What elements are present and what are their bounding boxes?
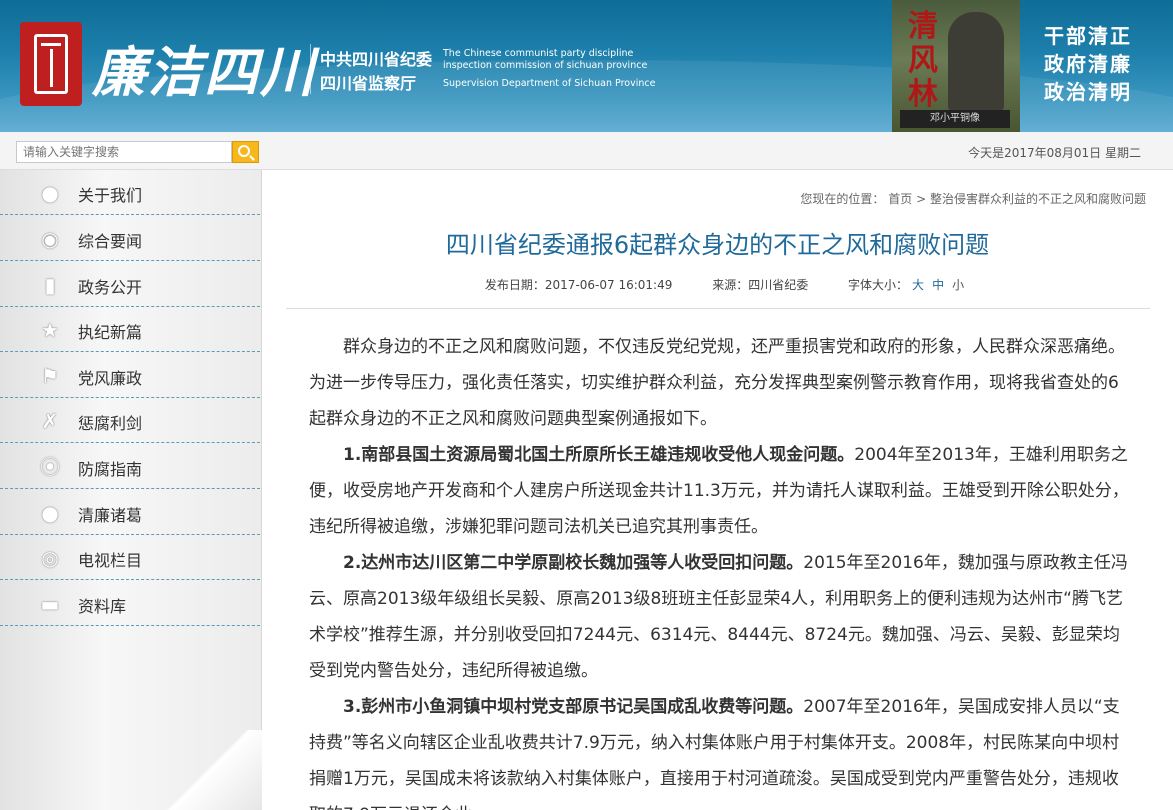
breadcrumb: 您现在的位置： 首页 > 整治侵害群众利益的不正之风和腐败问题	[800, 190, 1146, 207]
article-paragraph: 3.彭州市小鱼洞镇中坝村党支部原书记吴国成乱收费等问题。2007年至2016年，…	[309, 689, 1129, 810]
folder-icon: ▬	[40, 592, 60, 616]
sidebar-item-archive[interactable]: ▬ 资料库	[0, 581, 260, 626]
article-body: 群众身边的不正之风和腐败问题，不仅违反党纪党规，还严重损害党和政府的形象，人民群…	[309, 329, 1129, 810]
statue-caption: 清风林	[908, 9, 938, 112]
sidebar-item-discipline[interactable]: ★ 执纪新篇	[0, 307, 260, 352]
article-meta: 发布日期：2017-06-07 16:01:49 来源：四川省纪委 字体大小：大…	[262, 276, 1173, 293]
sidebar-item-party-style[interactable]: ⚑ 党风廉政	[0, 353, 260, 398]
tv-icon: ◎	[41, 546, 59, 570]
chat-icon: ●	[41, 501, 59, 525]
org-name-en-line2: inspection commission of sichuan provinc…	[443, 60, 648, 71]
compass-icon: ⦿	[40, 455, 60, 479]
font-size-large-button[interactable]: 大	[912, 278, 924, 292]
org-name-cn-line1: 中共四川省纪委	[320, 50, 433, 69]
font-size-medium-button[interactable]: 中	[932, 278, 944, 292]
sidebar-item-tv[interactable]: ◎ 电视栏目	[0, 535, 260, 580]
paragraph-heading: 2.达州市达川区第二中学原副校长魏加强等人收受回扣问题。	[343, 553, 804, 573]
paragraph-text: 群众身边的不正之风和腐败问题，不仅违反党纪党规，还严重损害党和政府的形象，人民群…	[309, 337, 1125, 429]
sidebar-nav: ● 关于我们 ◉ 综合要闻 ▮ 政务公开 ★ 执纪新篇 ⚑ 党风廉政 ✗ 惩腐利…	[0, 170, 262, 810]
breadcrumb-home-link[interactable]: 首页	[888, 192, 912, 206]
article-source: 来源：四川省纪委	[712, 278, 809, 292]
article-paragraph: 2.达州市达川区第二中学原副校长魏加强等人收受回扣问题。2015年至2016年，…	[309, 545, 1129, 689]
flag-icon: ⚑	[41, 364, 59, 388]
font-size-small-button[interactable]: 小	[952, 278, 964, 292]
sidebar-item-label: 清廉诸葛	[78, 506, 143, 525]
sidebar-item-prevention-guide[interactable]: ⦿ 防腐指南	[0, 444, 260, 489]
sidebar-item-label: 综合要闻	[78, 232, 143, 251]
font-size-label: 字体大小：	[848, 278, 909, 292]
main-content: 您现在的位置： 首页 > 整治侵害群众利益的不正之风和腐败问题 四川省纪委通报6…	[262, 170, 1173, 810]
slogan-2: 政府清廉	[1044, 52, 1132, 76]
star-icon: ★	[41, 318, 59, 342]
breadcrumb-current-link[interactable]: 整治侵害群众利益的不正之风和腐败问题	[930, 192, 1146, 206]
sidebar-item-label: 电视栏目	[78, 551, 143, 570]
sidebar-item-gov-affairs[interactable]: ▮ 政务公开	[0, 262, 260, 307]
sidebar-item-label: 政务公开	[78, 278, 143, 297]
sidebar-item-label: 资料库	[78, 597, 127, 616]
current-date: 今天是2017年08月01日 星期二	[968, 146, 1141, 160]
article-paragraph: 1.南部县国土资源局蜀北国土所原所长王雄违规收受他人现金问题。2004年至201…	[309, 437, 1129, 545]
sidebar-item-label: 关于我们	[78, 186, 143, 205]
page-curl-decoration	[150, 730, 262, 810]
paragraph-heading: 3.彭州市小鱼洞镇中坝村党支部原书记吴国成乱收费等问题。	[343, 697, 804, 717]
org-name-cn-line2: 四川省监察厅	[320, 74, 417, 93]
statue-figure	[948, 12, 1004, 112]
party-seal-logo[interactable]	[20, 22, 82, 106]
search-input[interactable]	[16, 141, 232, 163]
breadcrumb-separator: >	[916, 192, 927, 206]
org-name-en-line1: The Chinese communist party discipline	[443, 48, 634, 59]
search-bar: 今天是2017年08月01日 星期二	[0, 132, 1173, 170]
sidebar-item-about[interactable]: ● 关于我们	[0, 170, 260, 215]
org-name-en-line3: Supervision Department of Sichuan Provin…	[443, 78, 656, 89]
meta-divider	[286, 308, 1150, 309]
paragraph-heading: 1.南部县国土资源局蜀北国土所原所长王雄违规收受他人现金问题。	[343, 445, 855, 465]
sidebar-item-zhuge[interactable]: ● 清廉诸葛	[0, 490, 260, 535]
publish-date: 发布日期：2017-06-07 16:01:49	[484, 278, 673, 292]
sidebar-item-label: 党风廉政	[78, 369, 143, 388]
user-icon: ●	[41, 181, 59, 205]
article-title: 四川省纪委通报6起群众身边的不正之风和腐败问题	[445, 231, 990, 259]
org-name-en: The Chinese communist party discipline i…	[443, 48, 655, 90]
breadcrumb-prefix: 您现在的位置：	[800, 192, 885, 206]
sidebar-item-anticorruption-sword[interactable]: ✗ 惩腐利剑	[0, 398, 260, 443]
slogan-3: 政治清明	[1044, 80, 1132, 104]
statue-base-text: 邓小平铜像	[900, 110, 1010, 128]
eye-icon: ◉	[41, 227, 59, 251]
sidebar-item-label: 防腐指南	[78, 460, 143, 479]
sidebar-item-label: 惩腐利剑	[78, 414, 143, 433]
org-name-cn: 中共四川省纪委 四川省监察厅	[320, 48, 432, 96]
site-logo-calligraphy[interactable]: 廉洁四川	[92, 28, 316, 107]
document-icon: ▮	[44, 273, 56, 297]
search-button[interactable]	[232, 141, 259, 163]
header-slogans: 干部清正 政府清廉 政治清明	[1044, 22, 1132, 106]
sidebar-item-label: 执纪新篇	[78, 323, 143, 342]
article-paragraph: 群众身边的不正之风和腐败问题，不仅违反党纪党规，还严重损害党和政府的形象，人民群…	[309, 329, 1129, 437]
slogan-1: 干部清正	[1044, 24, 1132, 48]
sidebar-item-news[interactable]: ◉ 综合要闻	[0, 216, 260, 261]
header-divider	[310, 44, 311, 94]
site-header: 廉洁四川 中共四川省纪委 四川省监察厅 The Chinese communis…	[0, 0, 1173, 132]
search-icon	[238, 145, 250, 157]
sword-icon: ✗	[41, 409, 59, 433]
